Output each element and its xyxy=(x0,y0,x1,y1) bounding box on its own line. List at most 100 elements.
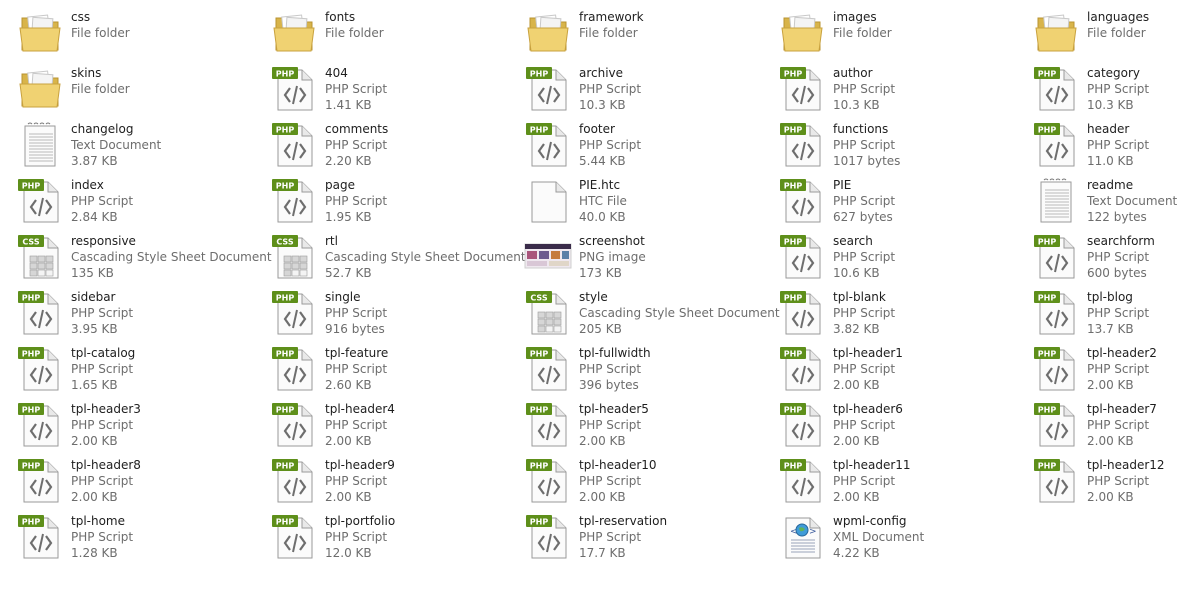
folder-icon xyxy=(524,8,572,56)
file-item-framework[interactable]: framework File folder xyxy=(508,6,762,62)
file-size: 173 KB xyxy=(579,266,622,280)
file-item-archive[interactable]: PHP archive PHP Script 10.3 KB xyxy=(508,62,762,118)
file-item-pie[interactable]: PHP PIE PHP Script 627 bytes xyxy=(762,174,1016,230)
file-type: PHP Script xyxy=(579,474,642,488)
file-item-text: css File folder xyxy=(71,9,130,41)
file-size: 4.22 KB xyxy=(833,546,880,560)
file-item-responsive[interactable]: CSS responsive Cascading Style Sheet Docum… xyxy=(0,230,272,286)
file-item-tpl-blank[interactable]: PHP tpl-blank PHP Script 3.82 KB xyxy=(762,286,1016,342)
file-item-tpl-header11[interactable]: PHP tpl-header11 PHP Script 2.00 KB xyxy=(762,454,1016,510)
file-item-tpl-feature[interactable]: PHP tpl-feature PHP Script 2.60 KB xyxy=(254,342,508,398)
file-type: PHP Script xyxy=(833,418,896,432)
file-name: style xyxy=(579,290,608,304)
file-item-category[interactable]: PHP category PHP Script 10.3 KB xyxy=(1016,62,1197,118)
file-type: File folder xyxy=(325,26,384,40)
file-type: File folder xyxy=(71,82,130,96)
svg-text:PHP: PHP xyxy=(530,406,549,415)
file-item-text: functions PHP Script 1017 bytes xyxy=(833,121,900,169)
svg-text:PHP: PHP xyxy=(22,294,41,303)
file-item-tpl-home[interactable]: PHP tpl-home PHP Script 1.28 KB xyxy=(0,510,254,566)
file-item-tpl-header4[interactable]: PHP tpl-header4 PHP Script 2.00 KB xyxy=(254,398,508,454)
file-name: wpml-config xyxy=(833,514,907,528)
file-item-fonts[interactable]: fonts File folder xyxy=(254,6,508,62)
file-item-tpl-header8[interactable]: PHP tpl-header8 PHP Script 2.00 KB xyxy=(0,454,254,510)
file-item-tpl-portfolio[interactable]: PHP tpl-portfolio PHP Script 12.0 KB xyxy=(254,510,508,566)
svg-text:PHP: PHP xyxy=(530,126,549,135)
file-item-rtl[interactable]: CSS rtl Cascading Style Sheet Document 52.7… xyxy=(254,230,526,286)
svg-text:PHP: PHP xyxy=(1038,406,1057,415)
php-file-icon: PHP xyxy=(778,120,826,168)
file-item-tpl-header1[interactable]: PHP tpl-header1 PHP Script 2.00 KB xyxy=(762,342,1016,398)
file-size: 1.28 KB xyxy=(71,546,118,560)
file-item-tpl-fullwidth[interactable]: PHP tpl-fullwidth PHP Script 396 bytes xyxy=(508,342,762,398)
file-item-tpl-header10[interactable]: PHP tpl-header10 PHP Script 2.00 KB xyxy=(508,454,762,510)
file-item-single[interactable]: PHP single PHP Script 916 bytes xyxy=(254,286,508,342)
file-item-changelog[interactable]: changelog Text Document 3.87 KB xyxy=(0,118,254,174)
php-file-icon: PHP xyxy=(1032,344,1080,392)
file-type: PHP Script xyxy=(325,194,388,208)
file-type: PHP Script xyxy=(71,194,134,208)
file-item-text: single PHP Script 916 bytes xyxy=(325,289,387,337)
file-item-header[interactable]: PHP header PHP Script 11.0 KB xyxy=(1016,118,1197,174)
file-item-sidebar[interactable]: PHP sidebar PHP Script 3.95 KB xyxy=(0,286,254,342)
file-item-tpl-header7[interactable]: PHP tpl-header7 PHP Script 2.00 KB xyxy=(1016,398,1197,454)
file-type: XML Document xyxy=(833,530,925,544)
file-size: 10.3 KB xyxy=(833,98,880,112)
svg-text:PHP: PHP xyxy=(530,350,549,359)
folder-icon xyxy=(16,64,64,112)
file-item-readme[interactable]: readme Text Document 122 bytes xyxy=(1016,174,1197,230)
file-item-text: languages File folder xyxy=(1087,9,1149,41)
file-item-tpl-blog[interactable]: PHP tpl-blog PHP Script 13.7 KB xyxy=(1016,286,1197,342)
file-type: PNG image xyxy=(579,250,646,264)
file-name: tpl-header2 xyxy=(1087,346,1157,360)
svg-text:>: > xyxy=(809,527,817,537)
file-item-text: search PHP Script 10.6 KB xyxy=(833,233,895,281)
php-file-icon: PHP xyxy=(1032,288,1080,336)
file-item-comments[interactable]: PHP comments PHP Script 2.20 KB xyxy=(254,118,508,174)
file-item-text: tpl-header12 PHP Script 2.00 KB xyxy=(1087,457,1165,505)
file-name: sidebar xyxy=(71,290,116,304)
file-name: search xyxy=(833,234,873,248)
file-item-text: tpl-header11 PHP Script 2.00 KB xyxy=(833,457,911,505)
text-file-icon xyxy=(1032,176,1080,224)
file-item-404[interactable]: PHP 404 PHP Script 1.41 KB xyxy=(254,62,508,118)
file-item-tpl-header2[interactable]: PHP tpl-header2 PHP Script 2.00 KB xyxy=(1016,342,1197,398)
file-item-languages[interactable]: languages File folder xyxy=(1016,6,1197,62)
file-name: tpl-home xyxy=(71,514,126,528)
file-item-functions[interactable]: PHP functions PHP Script 1017 bytes xyxy=(762,118,1016,174)
file-item-tpl-reservation[interactable]: PHP tpl-reservation PHP Script 17.7 KB xyxy=(508,510,762,566)
file-item-footer[interactable]: PHP footer PHP Script 5.44 KB xyxy=(508,118,762,174)
php-file-icon: PHP xyxy=(16,456,64,504)
php-file-icon: PHP xyxy=(778,456,826,504)
file-item-tpl-header5[interactable]: PHP tpl-header5 PHP Script 2.00 KB xyxy=(508,398,762,454)
file-item-searchform[interactable]: PHP searchform PHP Script 600 bytes xyxy=(1016,230,1197,286)
file-item-tpl-header6[interactable]: PHP tpl-header6 PHP Script 2.00 KB xyxy=(762,398,1016,454)
file-item-images[interactable]: images File folder xyxy=(762,6,1016,62)
file-item-css[interactable]: css File folder xyxy=(0,6,254,62)
file-item-search[interactable]: PHP search PHP Script 10.6 KB xyxy=(762,230,1016,286)
file-item-tpl-header12[interactable]: PHP tpl-header12 PHP Script 2.00 KB xyxy=(1016,454,1197,510)
file-item-style[interactable]: CSS style Cascading Style Sheet Document 20… xyxy=(508,286,780,342)
file-item-tpl-header3[interactable]: PHP tpl-header3 PHP Script 2.00 KB xyxy=(0,398,254,454)
php-file-icon: PHP xyxy=(1032,400,1080,448)
file-item-author[interactable]: PHP author PHP Script 10.3 KB xyxy=(762,62,1016,118)
file-item-page[interactable]: PHP page PHP Script 1.95 KB xyxy=(254,174,508,230)
file-item-skins[interactable]: skins File folder xyxy=(0,62,254,118)
file-type: PHP Script xyxy=(579,138,642,152)
file-type: PHP Script xyxy=(325,474,388,488)
css-file-icon: CSS xyxy=(524,288,572,336)
file-item-screenshot[interactable]: screenshot PNG image 173 KB xyxy=(508,230,762,286)
file-size: 205 KB xyxy=(579,322,622,336)
file-item-tpl-header9[interactable]: PHP tpl-header9 PHP Script 2.00 KB xyxy=(254,454,508,510)
file-type: PHP Script xyxy=(1087,250,1150,264)
file-name: PIE xyxy=(833,178,852,192)
file-item-pie-htc[interactable]: PIE.htc HTC File 40.0 KB xyxy=(508,174,762,230)
file-type: PHP Script xyxy=(71,474,134,488)
file-item-index[interactable]: PHP index PHP Script 2.84 KB xyxy=(0,174,254,230)
file-item-text: 404 PHP Script 1.41 KB xyxy=(325,65,387,113)
file-item-tpl-catalog[interactable]: PHP tpl-catalog PHP Script 1.65 KB xyxy=(0,342,254,398)
file-item-text: searchform PHP Script 600 bytes xyxy=(1087,233,1155,281)
file-item-text: author PHP Script 10.3 KB xyxy=(833,65,895,113)
file-item-wpml-config[interactable]: < > wpml-config XML Document 4.22 KB xyxy=(762,510,1016,566)
file-size: 2.00 KB xyxy=(833,490,880,504)
